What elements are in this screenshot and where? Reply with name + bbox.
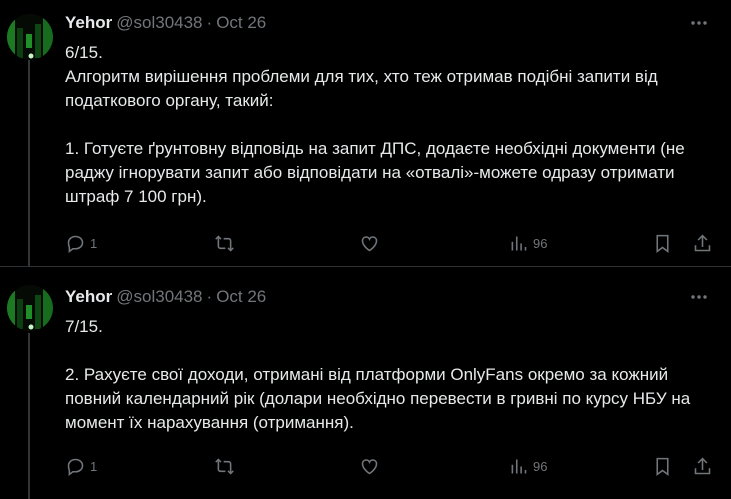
reply-button[interactable]: 1 xyxy=(65,454,97,478)
tweet-header: Yehor @sol30438 · Oct 26 xyxy=(65,13,266,33)
tweet-text: 6/15. Алгоритм вирішення проблеми для ти… xyxy=(65,41,715,209)
tweet-header: Yehor @sol30438 · Oct 26 xyxy=(65,287,266,307)
display-name[interactable]: Yehor xyxy=(65,13,112,32)
like-button[interactable] xyxy=(359,231,380,255)
tweet-line: Алгоритм вирішення проблеми для тих, хто… xyxy=(65,67,658,110)
views-count: 96 xyxy=(533,235,548,251)
reply-count: 1 xyxy=(90,458,98,474)
like-icon xyxy=(361,458,378,474)
views-button[interactable]: 96 xyxy=(508,231,547,255)
retweet-icon xyxy=(215,234,234,252)
separator-dot: · xyxy=(206,287,213,306)
timestamp[interactable]: Oct 26 xyxy=(216,287,266,306)
reply-icon xyxy=(67,458,84,476)
tweet-1[interactable]: Yehor @sol30438 · Oct 26 6/15. Алгоритм вир… xyxy=(0,0,731,267)
bookmark-icon xyxy=(656,234,669,253)
reply-icon xyxy=(67,235,84,253)
tweet-line: 2. Рахуєте свої доходи, отримані від пла… xyxy=(65,365,691,432)
action-bar: 1 96 xyxy=(65,231,715,255)
avatar[interactable] xyxy=(7,285,53,331)
tweet-2[interactable]: Yehor @sol30438 · Oct 26 7/15. 2. Рахуєте с… xyxy=(0,267,731,499)
tweet-text: 7/15. 2. Рахуєте свої доходи, отримані в… xyxy=(65,315,715,435)
like-icon xyxy=(361,235,378,251)
action-bar: 1 96 xyxy=(65,454,715,478)
share-button[interactable] xyxy=(692,454,713,478)
share-icon xyxy=(694,457,711,474)
retweet-button[interactable] xyxy=(214,454,235,478)
like-button[interactable] xyxy=(359,454,380,478)
bookmark-button[interactable] xyxy=(652,231,673,255)
views-icon xyxy=(511,459,527,473)
share-button[interactable] xyxy=(692,231,713,255)
avatar[interactable] xyxy=(7,14,53,60)
timestamp[interactable]: Oct 26 xyxy=(216,13,266,32)
tweet-line: 6/15. xyxy=(65,43,103,62)
retweet-button[interactable] xyxy=(214,231,235,255)
bookmark-button[interactable] xyxy=(652,454,673,478)
bookmark-icon xyxy=(656,457,669,476)
display-name[interactable]: Yehor xyxy=(65,287,112,306)
thread-line xyxy=(28,58,30,266)
more-icon[interactable] xyxy=(689,287,709,307)
views-icon xyxy=(511,236,527,250)
handle[interactable]: @sol30438 xyxy=(116,13,202,32)
reply-count: 1 xyxy=(90,235,98,251)
separator-dot: · xyxy=(206,13,213,32)
reply-button[interactable]: 1 xyxy=(65,231,97,255)
handle[interactable]: @sol30438 xyxy=(116,287,202,306)
views-button[interactable]: 96 xyxy=(508,454,547,478)
retweet-icon xyxy=(215,457,234,475)
tweet-line: 1. Готуєте ґрунтовну відповідь на запит … xyxy=(65,139,685,206)
thread-line xyxy=(28,333,30,499)
views-count: 96 xyxy=(533,458,548,474)
share-icon xyxy=(694,234,711,251)
tweet-line: 7/15. xyxy=(65,317,103,336)
more-icon[interactable] xyxy=(689,13,709,33)
